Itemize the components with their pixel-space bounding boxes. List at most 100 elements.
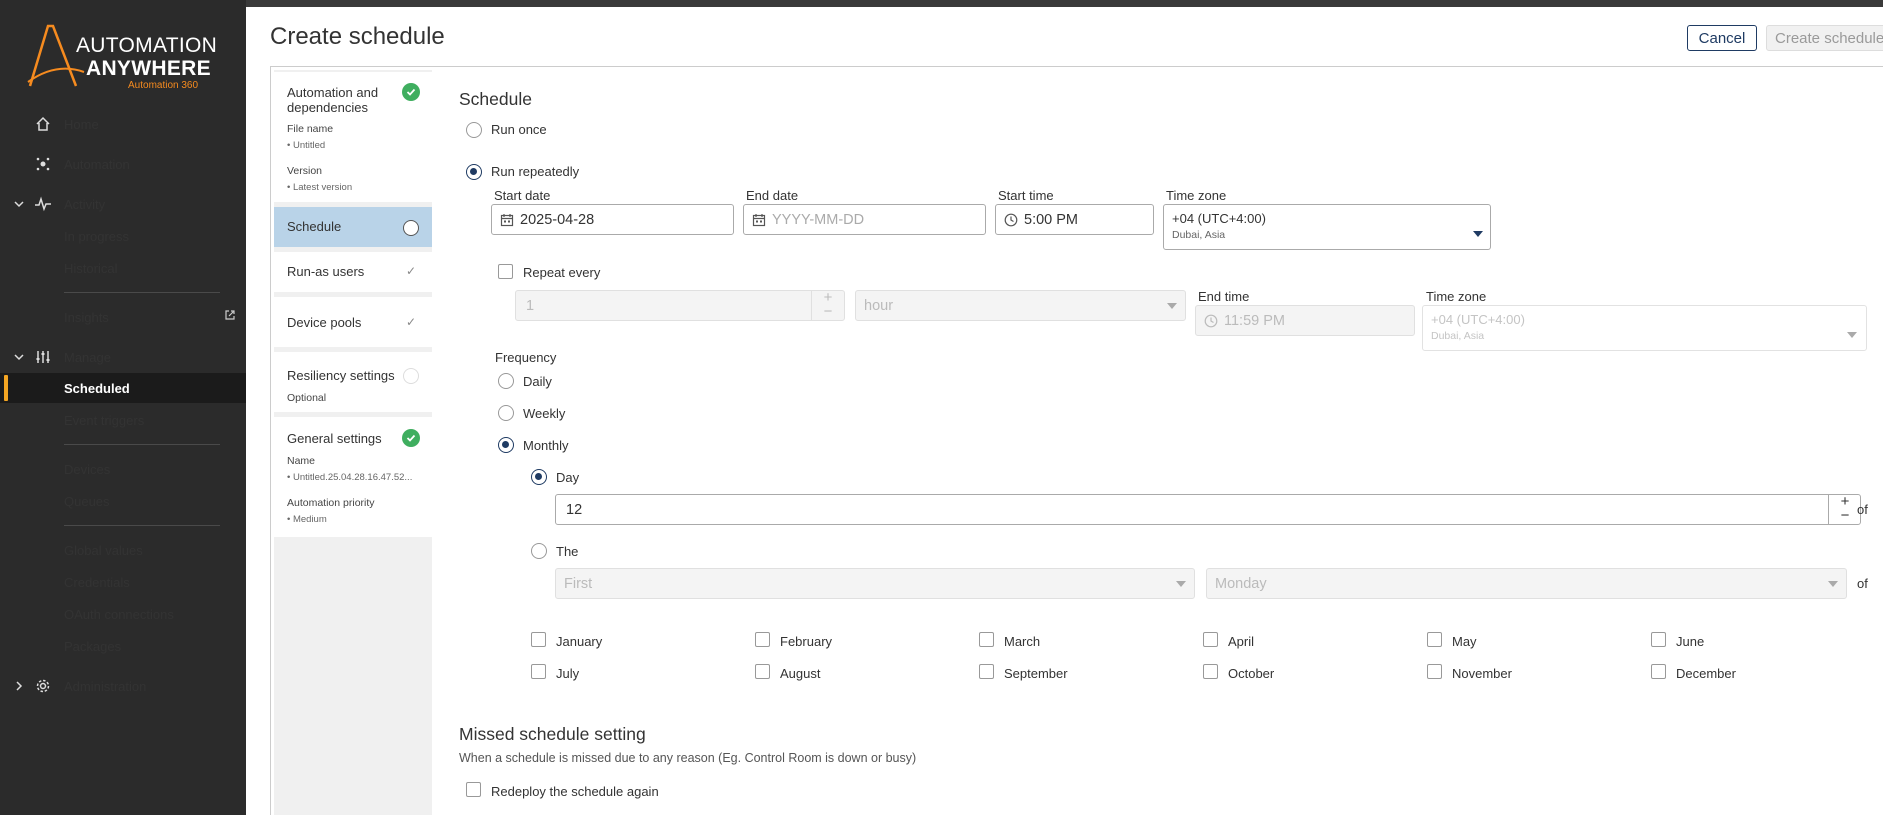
- step-title: Resiliency settings: [287, 368, 395, 383]
- step-schedule[interactable]: Schedule: [274, 207, 432, 247]
- monthly-label: Monthly: [523, 438, 569, 453]
- decrement-icon[interactable]: −: [812, 304, 844, 320]
- day-radio[interactable]: [531, 469, 547, 485]
- chevron-down-icon: [12, 197, 26, 211]
- missed-schedule-title: Missed schedule setting: [459, 724, 646, 744]
- month-checkbox-october[interactable]: [1203, 664, 1218, 679]
- content-border: [270, 66, 271, 815]
- month-checkbox-february[interactable]: [755, 632, 770, 647]
- step-device-pools[interactable]: Device pools ✓: [274, 297, 432, 347]
- create-schedule-button[interactable]: Create schedule: [1766, 25, 1883, 51]
- top-bar: [246, 0, 1883, 7]
- sidebar-item-in-progress[interactable]: In progress: [0, 221, 246, 251]
- schedule-form: Schedule Run once Run repeatedly Start d…: [432, 67, 1883, 815]
- day-input[interactable]: 12 + −: [555, 494, 1861, 525]
- gear-icon: [34, 677, 52, 695]
- month-checkbox-december[interactable]: [1651, 664, 1666, 679]
- file-name-value: • Untitled: [287, 140, 326, 151]
- repeat-every-checkbox[interactable]: [498, 264, 513, 279]
- start-date-input[interactable]: 2025-04-28: [491, 204, 734, 235]
- sidebar-item-automation[interactable]: Automation: [0, 149, 246, 179]
- month-checkbox-september[interactable]: [979, 664, 994, 679]
- daily-radio[interactable]: [498, 373, 514, 389]
- sidebar-item-activity[interactable]: Activity: [0, 189, 246, 219]
- end-timezone-select[interactable]: +04 (UTC+4:00) Dubai, Asia: [1422, 305, 1867, 351]
- week-ordinal-select[interactable]: First: [555, 568, 1195, 599]
- the-radio[interactable]: [531, 543, 547, 559]
- sidebar-item-label: Scheduled: [64, 380, 130, 396]
- redeploy-label: Redeploy the schedule again: [491, 784, 659, 799]
- step-general-settings[interactable]: General settings Name • Untitled.25.04.2…: [274, 417, 432, 537]
- timezone-city: Dubai, Asia: [1172, 229, 1226, 241]
- month-checkbox-april[interactable]: [1203, 632, 1218, 647]
- sidebar-item-label: OAuth connections: [64, 606, 174, 622]
- run-once-radio[interactable]: [466, 122, 482, 138]
- start-time-input[interactable]: 5:00 PM: [995, 204, 1154, 235]
- sidebar-item-oauth-connections[interactable]: OAuth connections: [0, 599, 246, 629]
- timezone-label: Time zone: [1166, 188, 1227, 203]
- month-checkbox-august[interactable]: [755, 664, 770, 679]
- sidebar-item-event-triggers[interactable]: Event triggers: [0, 405, 246, 435]
- sidebar-item-home[interactable]: Home: [0, 109, 246, 139]
- monthly-radio[interactable]: [498, 437, 514, 453]
- automation-anywhere-logo[interactable]: AUTOMATION ANYWHERE Automation 360: [26, 22, 226, 92]
- sidebar-divider: [64, 292, 220, 293]
- check-icon: ✓: [406, 264, 417, 278]
- cancel-button[interactable]: Cancel: [1687, 25, 1757, 51]
- run-once-label: Run once: [491, 122, 547, 137]
- month-checkbox-june[interactable]: [1651, 632, 1666, 647]
- end-time-value: 11:59 PM: [1224, 312, 1285, 329]
- end-time-input[interactable]: 11:59 PM: [1195, 305, 1415, 336]
- step-automation[interactable]: Automation and dependencies File name • …: [274, 72, 432, 202]
- repeat-every-input[interactable]: 1 + −: [515, 290, 845, 321]
- step-resiliency-settings[interactable]: Resiliency settings Optional: [274, 352, 432, 412]
- month-label: November: [1452, 666, 1512, 681]
- priority-value: • Medium: [287, 514, 327, 525]
- sidebar-item-label: Devices: [64, 461, 111, 477]
- timezone-value: +04 (UTC+4:00): [1172, 211, 1266, 226]
- logo-text-anywhere: ANYWHERE: [86, 57, 211, 80]
- sidebar-item-global-values[interactable]: Global values: [0, 535, 246, 565]
- sidebar-item-administration[interactable]: Administration: [0, 671, 246, 701]
- end-date-input[interactable]: YYYY-MM-DD: [743, 204, 986, 235]
- sidebar-item-insights[interactable]: Insights: [0, 302, 246, 332]
- sidebar-item-label: Manage: [64, 349, 111, 365]
- month-checkbox-january[interactable]: [531, 632, 546, 647]
- repeat-every-label: Repeat every: [523, 265, 601, 280]
- name-label: Name: [287, 455, 316, 467]
- redeploy-checkbox[interactable]: [466, 782, 481, 797]
- month-checkbox-november[interactable]: [1427, 664, 1442, 679]
- month-label: July: [556, 666, 580, 681]
- weekday-select[interactable]: Monday: [1206, 568, 1847, 599]
- step-title: Automation and dependencies: [287, 85, 379, 115]
- end-date-label: End date: [746, 188, 799, 203]
- step-run-as-users[interactable]: Run-as users ✓: [274, 252, 432, 292]
- step-title: Device pools: [287, 315, 362, 330]
- start-time-value: 5:00 PM: [1024, 211, 1078, 228]
- weekly-radio[interactable]: [498, 405, 514, 421]
- sidebar-item-manage[interactable]: Manage: [0, 342, 246, 372]
- sidebar-item-historical[interactable]: Historical: [0, 253, 246, 283]
- month-checkbox-march[interactable]: [979, 632, 994, 647]
- chevron-down-icon: [1828, 581, 1838, 587]
- version-value: • Latest version: [287, 182, 353, 193]
- month-checkbox-july[interactable]: [531, 664, 546, 679]
- timezone-select[interactable]: +04 (UTC+4:00) Dubai, Asia: [1163, 204, 1491, 250]
- sidebar-item-devices[interactable]: Devices: [0, 454, 246, 484]
- sidebar-item-scheduled[interactable]: Scheduled: [0, 373, 246, 403]
- repeat-every-stepper[interactable]: + −: [811, 290, 844, 320]
- month-label: June: [1676, 634, 1705, 649]
- sidebar-item-label: Activity: [64, 196, 106, 212]
- month-checkbox-may[interactable]: [1427, 632, 1442, 647]
- sidebar-item-queues[interactable]: Queues: [0, 486, 246, 516]
- sidebar-item-credentials[interactable]: Credentials: [0, 567, 246, 597]
- chevron-down-icon: [12, 350, 26, 364]
- repeat-unit-select[interactable]: hour: [855, 290, 1186, 321]
- home-icon: [34, 115, 52, 133]
- daily-label: Daily: [523, 374, 552, 389]
- logo-text-automation: AUTOMATION: [76, 34, 218, 57]
- calendar-icon: [752, 213, 766, 231]
- run-repeatedly-radio[interactable]: [466, 164, 482, 180]
- sidebar-item-packages[interactable]: Packages: [0, 631, 246, 661]
- external-link-icon: [224, 308, 236, 326]
